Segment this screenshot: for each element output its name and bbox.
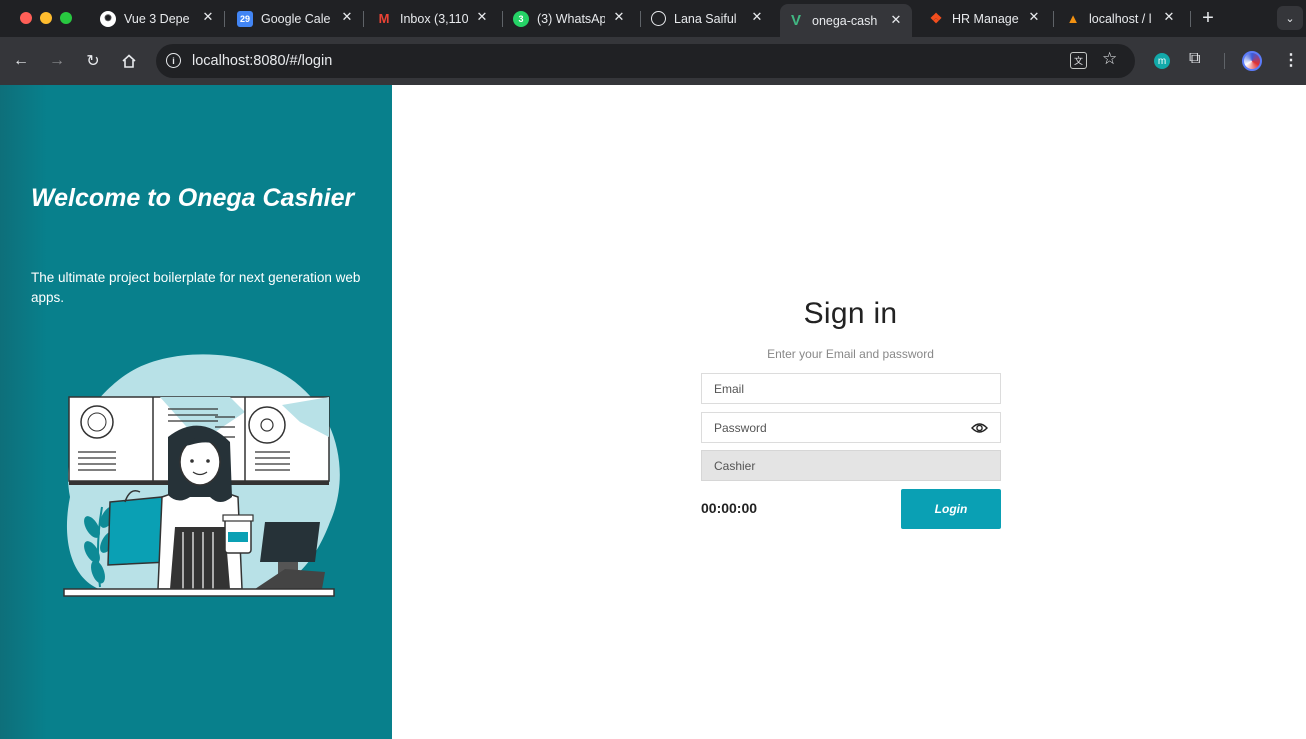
tab-google-calendar[interactable]: 29 Google Cale ✕ (237, 6, 355, 31)
show-password-eye-icon[interactable] (971, 421, 988, 435)
close-tab-icon[interactable]: ✕ (749, 9, 765, 25)
role-field: Cashier (701, 450, 1001, 481)
close-tab-icon[interactable]: ✕ (339, 9, 355, 25)
welcome-heading: Welcome to Onega Cashier (31, 184, 355, 212)
reload-button[interactable]: ↻ (83, 51, 103, 71)
minimize-window-button[interactable] (40, 12, 52, 24)
tab-title: onega-cash (812, 13, 878, 28)
address-bar[interactable]: i localhost:8080/#/login 文 ☆ (156, 44, 1135, 78)
email-input[interactable] (714, 381, 988, 396)
tab-phpmyadmin[interactable]: ▲ localhost / l ✕ (1065, 6, 1177, 31)
tab-search-button[interactable]: ⌄ (1277, 6, 1303, 30)
site-info-icon[interactable]: i (166, 53, 181, 68)
figma-icon: ❖ (929, 10, 943, 26)
role-value: Cashier (714, 458, 756, 473)
bookmark-star-icon[interactable]: ☆ (1102, 49, 1117, 69)
vue-icon: V (790, 12, 801, 29)
phpmyadmin-icon: ▲ (1066, 11, 1080, 26)
tab-hr-manager[interactable]: ❖ HR Manage ✕ (928, 6, 1042, 31)
session-timer: 00:00:00 (701, 500, 758, 516)
menu-kebab-icon[interactable]: ⋮ (1283, 50, 1299, 70)
login-button[interactable]: Login (901, 489, 1001, 529)
gmail-icon: M (378, 11, 390, 26)
close-tab-icon[interactable]: ✕ (200, 9, 216, 25)
coffee-cup-drawing (80, 405, 114, 439)
browser-toolbar: ← → ↻ i localhost:8080/#/login 文 ☆ m ⧉ ⋮ (0, 37, 1306, 85)
close-tab-icon[interactable]: ✕ (1026, 9, 1042, 25)
maximize-window-button[interactable] (60, 12, 72, 24)
extensions-puzzle-icon[interactable]: ⧉ (1189, 50, 1200, 68)
tab-title: Lana Saiful (674, 11, 737, 26)
tab-title: HR Manage (952, 11, 1019, 26)
close-tab-icon[interactable]: ✕ (474, 9, 490, 25)
close-tab-icon[interactable]: ✕ (888, 12, 904, 28)
close-window-button[interactable] (20, 12, 32, 24)
tab-title: Google Cale (261, 11, 331, 26)
donut-drawing (248, 406, 286, 444)
tab-onega-cashier[interactable]: V onega-cash ✕ (780, 4, 912, 37)
tab-title: Vue 3 Depe (124, 11, 190, 26)
home-button[interactable] (119, 51, 139, 71)
welcome-tagline: The ultimate project boilerplate for nex… (31, 270, 361, 305)
tab-title: Inbox (3,110 (400, 11, 468, 26)
tab-bar: ✺ Vue 3 Depe ✕ 29 Google Cale ✕ M Inbox … (0, 0, 1306, 37)
url-text: localhost:8080/#/login (192, 53, 333, 69)
cash-register-drawing (260, 522, 320, 562)
tab-gmail-inbox[interactable]: M Inbox (3,110 ✕ (376, 6, 490, 31)
extension-m-icon[interactable]: m (1154, 53, 1170, 69)
tab-vue3[interactable]: ✺ Vue 3 Depe ✕ (100, 6, 216, 31)
calendar-icon: 29 (237, 10, 253, 27)
welcome-panel: Welcome to Onega Cashier The ultimate pr… (0, 85, 392, 739)
forward-button[interactable]: → (47, 51, 67, 71)
signin-subtitle: Enter your Email and password (767, 347, 934, 361)
password-input[interactable] (714, 420, 988, 435)
close-tab-icon[interactable]: ✕ (611, 9, 627, 25)
tab-title: localhost / l (1089, 11, 1152, 26)
tab-title: (3) WhatsAp (537, 11, 605, 26)
tab-whatsapp[interactable]: 3 (3) WhatsAp ✕ (513, 6, 627, 31)
whatsapp-icon: 3 (513, 10, 529, 27)
signin-title: Sign in (803, 297, 898, 330)
cashier-illustration (63, 354, 340, 597)
new-tab-button[interactable]: + (1198, 7, 1218, 29)
globe-icon (651, 11, 666, 26)
profile-avatar[interactable] (1242, 51, 1262, 71)
email-field[interactable] (701, 373, 1001, 404)
password-field[interactable] (701, 412, 1001, 443)
counter-drawing (63, 588, 335, 597)
openai-icon: ✺ (100, 10, 116, 27)
back-button[interactable]: ← (11, 51, 31, 71)
close-tab-icon[interactable]: ✕ (1161, 9, 1177, 25)
login-page: Welcome to Onega Cashier The ultimate pr… (0, 85, 1306, 739)
translate-icon[interactable]: 文 (1070, 52, 1087, 69)
tab-lana-saiful[interactable]: Lana Saiful ✕ (651, 6, 765, 31)
home-icon (122, 54, 136, 68)
